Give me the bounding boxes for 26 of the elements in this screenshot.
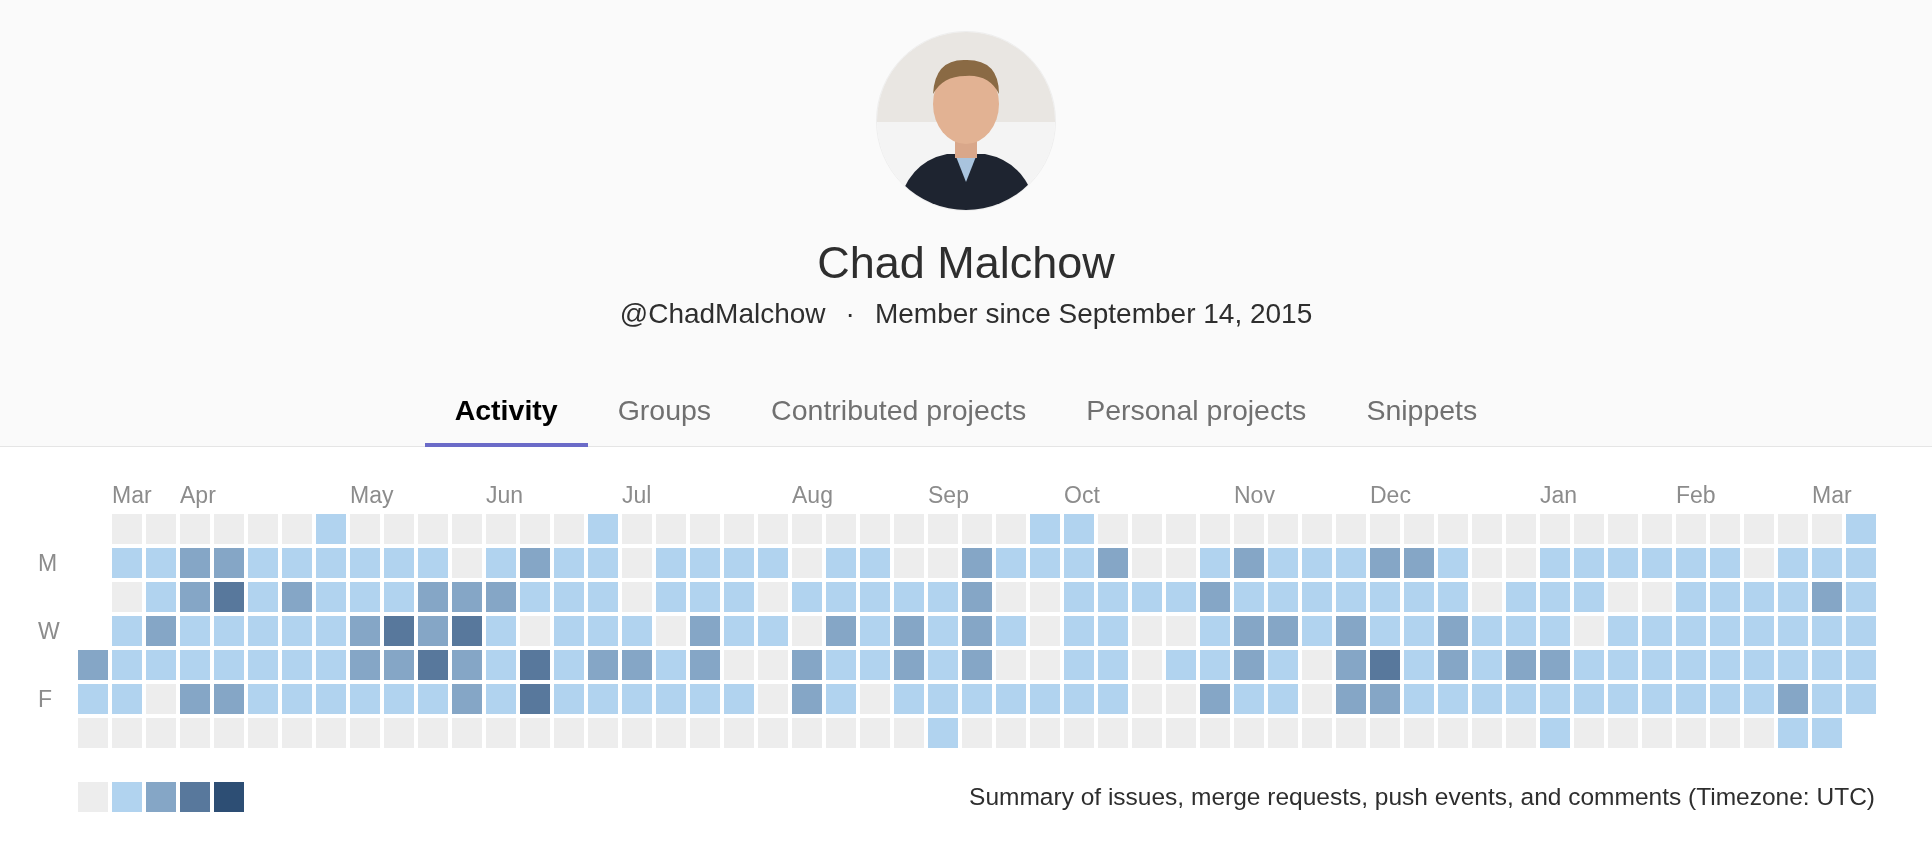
calendar-summary: Summary of issues, merge requests, push events, and comments (Timezone: UTC) [969,783,1875,811]
tab[interactable]: Activity [424,377,588,447]
month-label: Aug [792,481,833,509]
month-label: Jul [622,481,652,509]
month-label: Nov [1234,481,1275,509]
separator-dot: · [845,297,855,331]
month-label: Oct [1064,481,1100,509]
tab[interactable]: Groups [587,377,742,447]
month-label: Mar [112,481,152,509]
weekday-label: M [37,549,58,577]
tab[interactable]: Contributed projects [741,377,1057,447]
month-label: Mar [1812,481,1852,509]
weekday-label: W [37,617,60,645]
month-label: Jun [486,481,524,509]
month-label: Jan [1540,481,1578,509]
tab[interactable]: Personal projects [1056,377,1337,447]
month-label: Feb [1676,481,1716,509]
member-since: Member since September 14, 2015 [874,297,1313,331]
month-label: Apr [180,481,216,509]
month-label: Sep [928,481,969,509]
profile-name: Chad Malchow [817,237,1115,289]
month-label: Dec [1370,481,1411,509]
month-label: May [350,481,394,509]
weekday-label: F [37,685,53,713]
tab[interactable]: Snippets [1336,377,1508,447]
username: @ChadMalchow [619,297,826,331]
